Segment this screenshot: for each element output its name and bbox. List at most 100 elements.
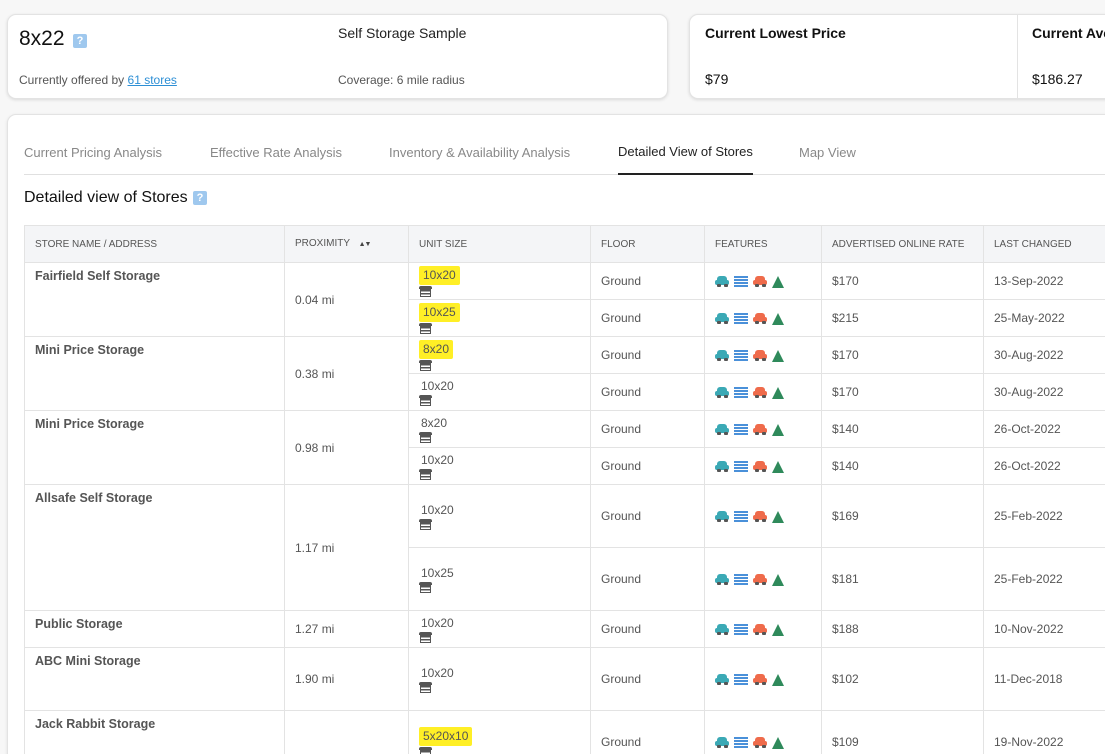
drive-up-car-icon[interactable] (715, 574, 729, 586)
column-header-features[interactable]: FEATURES (704, 225, 822, 263)
store-name[interactable]: Jack Rabbit Storage (35, 717, 155, 731)
drive-up-car-icon[interactable] (715, 624, 729, 636)
table-row[interactable]: Jack Rabbit Storage 5x20x10 Ground $109 19-N… (24, 710, 1105, 754)
climate-lines-icon[interactable] (734, 674, 748, 686)
drive-up-car-icon[interactable] (715, 424, 729, 436)
garage-door-icon (419, 681, 432, 693)
vehicle-car-icon[interactable] (753, 276, 767, 288)
store-name[interactable]: Mini Price Storage (35, 417, 144, 431)
sort-icon[interactable]: ▲▼ (359, 241, 372, 248)
tree-icon[interactable] (772, 460, 784, 473)
stores-count-link[interactable]: 61 stores (128, 73, 177, 87)
climate-lines-icon[interactable] (734, 276, 748, 288)
drive-up-car-icon[interactable] (715, 350, 729, 362)
unit-size-value: 10x20 (421, 665, 454, 680)
store-name[interactable]: Mini Price Storage (35, 343, 144, 357)
climate-lines-icon[interactable] (734, 574, 748, 586)
tree-icon[interactable] (772, 312, 784, 325)
garage-door-icon (419, 746, 432, 754)
average-price-value: $186.27 (1032, 71, 1083, 87)
tree-icon[interactable] (772, 349, 784, 362)
drive-up-car-icon[interactable] (715, 674, 729, 686)
proximity-cell (284, 710, 409, 754)
last-changed-cell: 13-Sep-2022 (983, 262, 1105, 300)
tree-icon[interactable] (772, 573, 784, 586)
vehicle-car-icon[interactable] (753, 461, 767, 473)
vehicle-car-icon[interactable] (753, 574, 767, 586)
unit-size-value: 10x20 (421, 502, 454, 517)
table-row[interactable]: Allsafe Self Storage 1.17 mi 10x20 Ground $1… (24, 484, 1105, 611)
lowest-price-label: Current Lowest Price (705, 25, 846, 41)
help-icon[interactable]: ? (73, 34, 87, 48)
features-cell (704, 484, 822, 548)
tree-icon[interactable] (772, 736, 784, 749)
last-changed-cell: 30-Aug-2022 (983, 373, 1105, 411)
rate-cell: $170 (821, 373, 984, 411)
drive-up-car-icon[interactable] (715, 461, 729, 473)
store-name[interactable]: ABC Mini Storage (35, 654, 141, 668)
vehicle-car-icon[interactable] (753, 511, 767, 523)
column-header-last-changed[interactable]: LAST CHANGED (983, 225, 1105, 263)
climate-lines-icon[interactable] (734, 624, 748, 636)
drive-up-car-icon[interactable] (715, 511, 729, 523)
garage-door-icon (419, 468, 432, 480)
table-row[interactable]: Fairfield Self Storage 0.04 mi 10x20 Ground… (24, 262, 1105, 337)
climate-lines-icon[interactable] (734, 350, 748, 362)
tree-icon[interactable] (772, 275, 784, 288)
vehicle-car-icon[interactable] (753, 674, 767, 686)
tab-map-view[interactable]: Map View (799, 145, 856, 160)
vehicle-car-icon[interactable] (753, 624, 767, 636)
tree-icon[interactable] (772, 623, 784, 636)
store-name[interactable]: Public Storage (35, 617, 123, 631)
climate-lines-icon[interactable] (734, 424, 748, 436)
drive-up-car-icon[interactable] (715, 276, 729, 288)
column-header-unit-size[interactable]: UNIT SIZE (408, 225, 591, 263)
proximity-cell: 0.04 mi (284, 262, 409, 337)
table-row[interactable]: Mini Price Storage 0.38 mi 8x20 Ground $170 3… (24, 336, 1105, 411)
climate-lines-icon[interactable] (734, 313, 748, 325)
vehicle-car-icon[interactable] (753, 313, 767, 325)
tab-detailed-view-of-stores[interactable]: Detailed View of Stores (618, 144, 753, 175)
table-row[interactable]: ABC Mini Storage 1.90 mi 10x20 Ground $102 11… (24, 647, 1105, 711)
rate-cell: $170 (821, 262, 984, 300)
column-header-proximity-label: PROXIMITY (295, 238, 350, 249)
help-icon[interactable]: ? (193, 191, 207, 205)
drive-up-car-icon[interactable] (715, 737, 729, 749)
drive-up-car-icon[interactable] (715, 313, 729, 325)
climate-lines-icon[interactable] (734, 737, 748, 749)
tree-icon[interactable] (772, 673, 784, 686)
column-header-store[interactable]: STORE NAME / ADDRESS (24, 225, 285, 263)
vehicle-car-icon[interactable] (753, 737, 767, 749)
tree-icon[interactable] (772, 423, 784, 436)
tab-current-pricing-analysis[interactable]: Current Pricing Analysis (24, 145, 162, 160)
proximity-cell: 1.90 mi (284, 647, 409, 711)
drive-up-car-icon[interactable] (715, 387, 729, 399)
unit-size-value: 10x20 (421, 378, 454, 393)
vehicle-car-icon[interactable] (753, 350, 767, 362)
tree-icon[interactable] (772, 510, 784, 523)
column-header-floor[interactable]: FLOOR (590, 225, 705, 263)
vehicle-car-icon[interactable] (753, 387, 767, 399)
column-header-proximity[interactable]: PROXIMITY ▲▼ (284, 225, 409, 263)
tab-effective-rate-analysis[interactable]: Effective Rate Analysis (210, 145, 342, 160)
climate-lines-icon[interactable] (734, 461, 748, 473)
vehicle-car-icon[interactable] (753, 424, 767, 436)
column-header-rate[interactable]: ADVERTISED ONLINE RATE (821, 225, 984, 263)
tree-icon[interactable] (772, 386, 784, 399)
unit-size-value: 10x20 (421, 615, 454, 630)
garage-door-icon (419, 581, 432, 593)
main-panel: Current Pricing Analysis Effective Rate … (7, 114, 1105, 754)
tab-inventory-availability-analysis[interactable]: Inventory & Availability Analysis (389, 145, 570, 160)
unit-size-cell: 8x20 (408, 410, 591, 448)
store-name[interactable]: Allsafe Self Storage (35, 491, 152, 505)
last-changed-cell: 25-Feb-2022 (983, 484, 1105, 548)
store-name-cell: ABC Mini Storage (24, 647, 285, 711)
features-cell (704, 447, 822, 485)
climate-lines-icon[interactable] (734, 387, 748, 399)
table-row[interactable]: Mini Price Storage 0.98 mi 8x20 Ground $140 2… (24, 410, 1105, 485)
table-header-row: STORE NAME / ADDRESS PROXIMITY ▲▼ UNIT S… (24, 225, 1105, 263)
floor-cell: Ground (590, 484, 705, 548)
climate-lines-icon[interactable] (734, 511, 748, 523)
store-name[interactable]: Fairfield Self Storage (35, 269, 160, 283)
table-row[interactable]: Public Storage 1.27 mi 10x20 Ground $188 10-N… (24, 610, 1105, 648)
